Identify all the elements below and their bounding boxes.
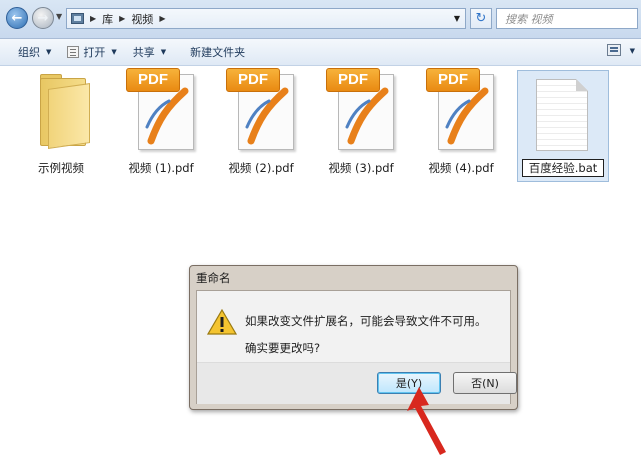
open-button[interactable]: 打开 ▼ (59, 41, 124, 63)
chevron-down-icon: ▼ (111, 48, 117, 56)
text-file-icon (536, 79, 588, 151)
history-dropdown-icon[interactable]: ▼ (56, 12, 62, 21)
breadcrumb-videos[interactable]: 视频 (131, 11, 153, 27)
chevron-right-icon[interactable]: ▶ (119, 14, 125, 23)
refresh-button[interactable]: ↻ (470, 8, 492, 29)
search-placeholder: 搜索 视频 (505, 12, 553, 26)
share-button[interactable]: 共享 ▼ (125, 41, 174, 63)
pdf-icon: PDF (326, 68, 400, 152)
share-label: 共享 (132, 46, 155, 59)
new-folder-button[interactable]: 新建文件夹 (182, 41, 253, 63)
forward-button[interactable]: → (32, 7, 54, 29)
pdf-icon: PDF (126, 68, 200, 152)
folder-icon (34, 74, 94, 149)
arrow-right-icon: → (37, 10, 49, 26)
warning-icon (207, 309, 237, 335)
bat-file-item[interactable]: 百度经验.bat (517, 70, 609, 182)
pdf-badge: PDF (326, 68, 380, 92)
chevron-right-icon[interactable]: ▶ (90, 14, 96, 23)
annotation-arrow-icon (407, 387, 446, 455)
pdf-file-item[interactable]: PDF 视频 (1).pdf (116, 66, 206, 181)
pdf-badge: PDF (426, 68, 480, 92)
arrow-left-icon: ← (11, 10, 23, 26)
file-name: 视频 (2).pdf (228, 161, 294, 175)
address-field[interactable]: ▶ 库 ▶ 视频 ▶ ▼ (66, 8, 466, 29)
file-name: 视频 (1).pdf (128, 161, 194, 175)
view-dropdown-icon[interactable]: ▼ (630, 47, 635, 55)
dialog-body: 如果改变文件扩展名，可能会导致文件不可用。 确实要更改吗? 是(Y) 否(N) (196, 290, 517, 404)
folder-item[interactable]: 示例视频 (16, 66, 106, 181)
search-input[interactable]: 搜索 视频 (496, 8, 638, 29)
dialog-question: 确实要更改吗? (245, 341, 321, 355)
organize-label: 组织 (18, 46, 40, 59)
refresh-icon: ↻ (475, 11, 487, 26)
chevron-down-icon: ▼ (160, 48, 167, 56)
new-folder-label: 新建文件夹 (190, 46, 246, 59)
chevron-right-icon[interactable]: ▶ (159, 14, 165, 23)
pdf-file-item[interactable]: PDF 视频 (2).pdf (216, 66, 306, 181)
dialog-message: 如果改变文件扩展名，可能会导致文件不可用。 (245, 314, 487, 328)
pdf-icon: PDF (426, 68, 500, 152)
command-bar: 组织 ▼ 打开 ▼ 共享 ▼ 新建文件夹 ▼ (0, 39, 641, 66)
library-icon (71, 13, 84, 24)
pdf-file-item[interactable]: PDF 视频 (3).pdf (316, 66, 406, 181)
organize-button[interactable]: 组织 ▼ (10, 41, 59, 63)
pdf-file-item[interactable]: PDF 视频 (4).pdf (416, 66, 506, 181)
no-button[interactable]: 否(N) (453, 372, 517, 394)
file-name: 视频 (3).pdf (328, 161, 394, 175)
chevron-down-icon: ▼ (46, 48, 52, 56)
open-label: 打开 (83, 46, 106, 59)
pdf-badge: PDF (126, 68, 180, 92)
file-name: 视频 (4).pdf (428, 161, 494, 175)
breadcrumb-library[interactable]: 库 (102, 11, 113, 27)
view-options-icon[interactable] (607, 44, 621, 56)
document-icon (67, 46, 80, 58)
back-button[interactable]: ← (6, 7, 28, 29)
file-name: 示例视频 (38, 161, 84, 175)
address-dropdown-icon[interactable]: ▼ (449, 9, 465, 28)
pdf-icon: PDF (226, 68, 300, 152)
rename-dialog: 重命名 如果改变文件扩展名，可能会导致文件不可用。 确实要更改吗? 是(Y) 否… (189, 265, 518, 410)
rename-input[interactable]: 百度经验.bat (522, 159, 604, 177)
address-bar: ← → ▼ ▶ 库 ▶ 视频 ▶ ▼ ↻ 搜索 视频 (0, 0, 641, 39)
pdf-badge: PDF (226, 68, 280, 92)
dialog-title: 重命名 (196, 271, 231, 285)
dialog-footer: 是(Y) 否(N) (197, 362, 517, 404)
